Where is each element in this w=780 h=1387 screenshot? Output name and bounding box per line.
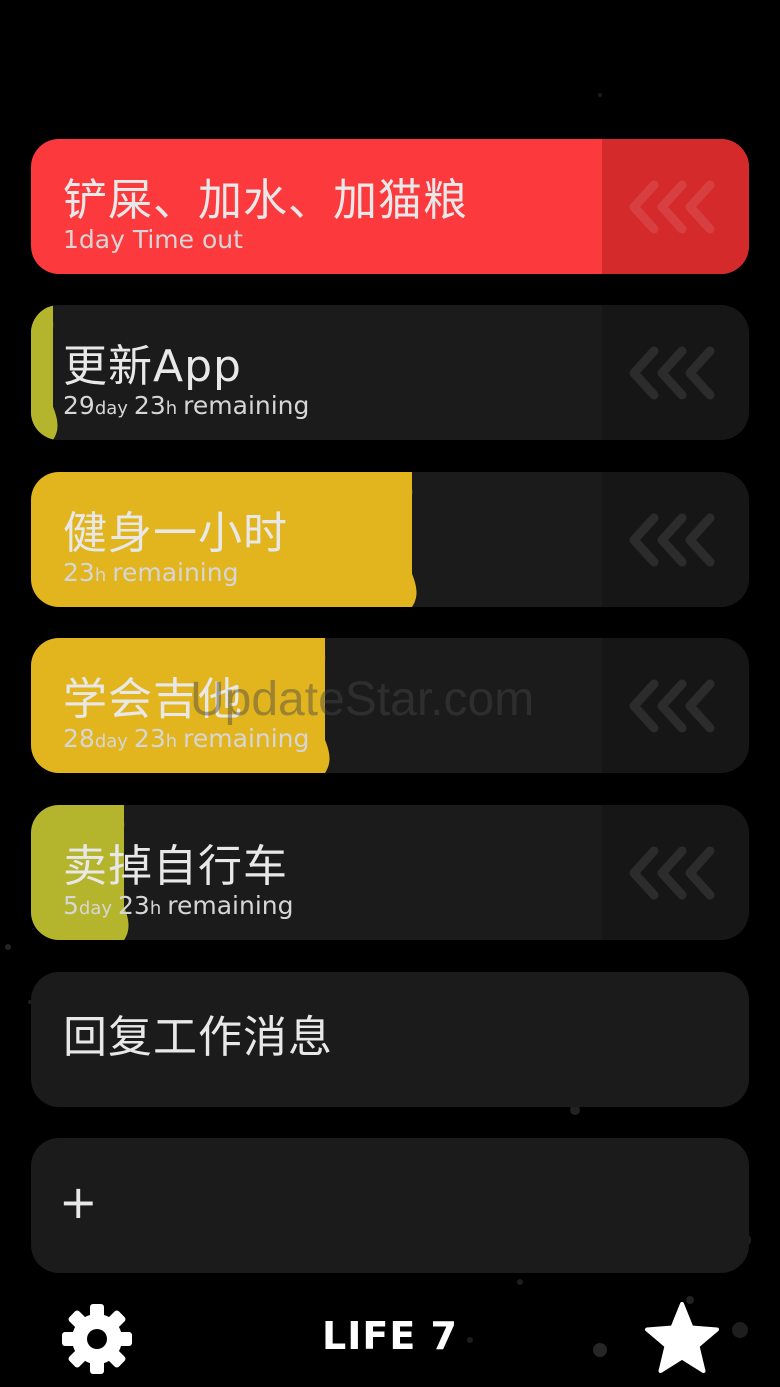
task-title: 铲屎、加水、加猫粮 — [63, 175, 468, 226]
chevrons-left-icon — [629, 846, 714, 899]
task-card-update-app[interactable]: 更新App 29day 23h remaining — [31, 305, 749, 440]
swipe-handle[interactable] — [602, 472, 749, 607]
task-card-learn-guitar[interactable]: 学会吉他 28day 23h remaining — [31, 638, 749, 773]
task-title: 健身一小时 — [63, 508, 288, 559]
task-remaining: 23h remaining — [63, 558, 239, 587]
chevrons-left-icon — [629, 513, 714, 566]
chevrons-left-icon — [629, 346, 714, 399]
task-title: 更新App — [63, 341, 242, 392]
task-card-workout[interactable]: 健身一小时 23h remaining — [31, 472, 749, 607]
task-title: 回复工作消息 — [63, 1012, 333, 1063]
swipe-handle[interactable] — [602, 805, 749, 940]
swipe-handle[interactable] — [602, 305, 749, 440]
task-remaining: 5day 23h remaining — [63, 891, 294, 920]
chevrons-left-icon — [629, 679, 714, 732]
add-task-card[interactable]: + — [31, 1138, 749, 1273]
star-icon[interactable] — [644, 1300, 720, 1376]
footer-bar: LIFE 7 — [0, 1290, 780, 1387]
task-card-reply-work[interactable]: 回复工作消息 — [31, 972, 749, 1107]
chevrons-left-icon — [629, 180, 714, 233]
task-status: 1day Time out — [63, 225, 243, 254]
task-card-sell-bike[interactable]: 卖掉自行车 5day 23h remaining — [31, 805, 749, 940]
swipe-handle[interactable] — [602, 139, 749, 274]
add-task-label: + — [59, 1175, 99, 1229]
task-title: 学会吉他 — [63, 674, 243, 725]
progress-fill — [31, 305, 58, 440]
task-remaining: 29day 23h remaining — [63, 391, 310, 420]
task-remaining: 28day 23h remaining — [63, 724, 310, 753]
task-card-cat-care[interactable]: 铲屎、加水、加猫粮 1day Time out — [31, 139, 749, 274]
task-title: 卖掉自行车 — [63, 841, 288, 892]
swipe-handle[interactable] — [602, 638, 749, 773]
